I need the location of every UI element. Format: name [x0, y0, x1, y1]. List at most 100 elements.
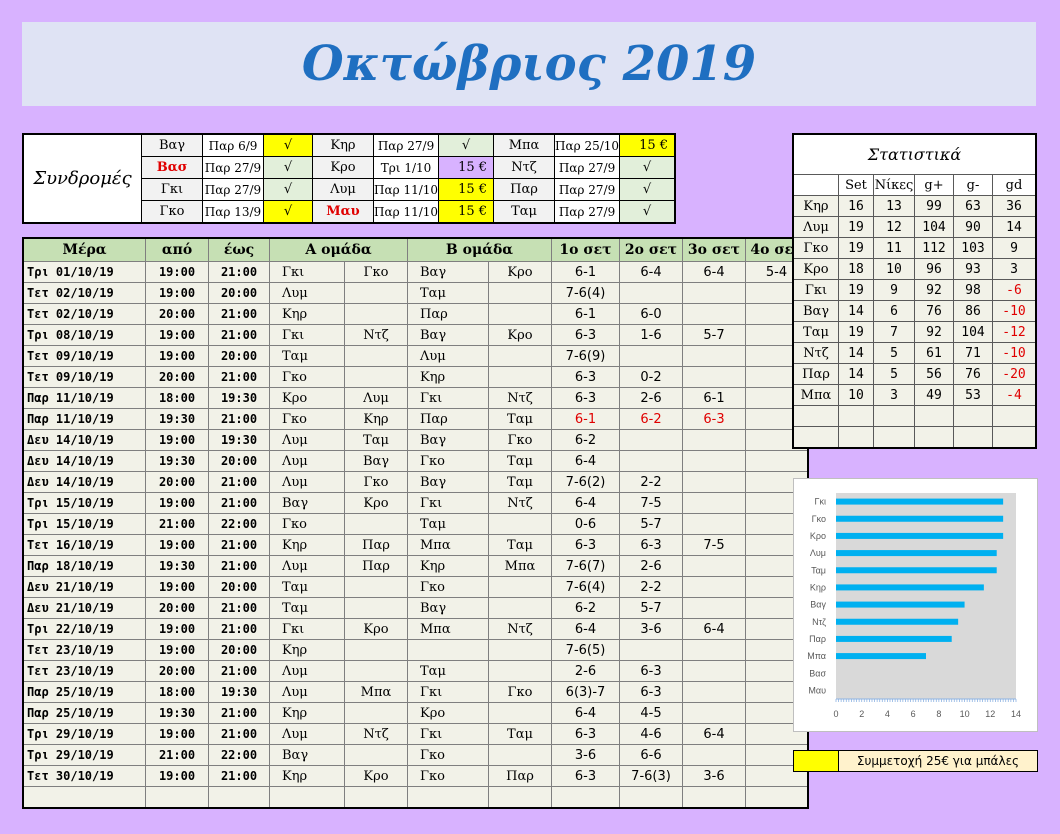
- schedule-cell: Λυμ: [344, 387, 408, 409]
- schedule-cell: [344, 597, 408, 619]
- member-name: Ταμ: [493, 200, 556, 224]
- stat-value: 92: [914, 279, 954, 301]
- schedule-cell: 4-6: [619, 723, 683, 745]
- team-name: Ταμ: [792, 321, 839, 343]
- schedule-cell: [344, 576, 408, 598]
- column-header: 2ο σετ: [619, 237, 683, 262]
- schedule-cell: 22:00: [208, 513, 270, 535]
- schedule-cell: Κηρ: [269, 639, 345, 661]
- schedule-cell: 6-0: [619, 303, 683, 325]
- schedule-cell: 6-3: [551, 366, 620, 388]
- stat-value: 61: [914, 342, 954, 364]
- schedule-cell: [682, 282, 746, 304]
- stat-value: 7: [873, 321, 915, 343]
- stats-row: Λυμ 19 12 104 90 14: [792, 216, 1037, 238]
- schedule-cell: 19:30: [145, 408, 209, 430]
- schedule-cell: [682, 450, 746, 472]
- schedule-cell: 19:00: [145, 639, 209, 661]
- schedule-cell: 7-6(2): [551, 471, 620, 493]
- x-tick-label: 2: [859, 709, 864, 719]
- legend-swatch: [794, 751, 839, 771]
- schedule-cell: [682, 597, 746, 619]
- payment-status: √: [263, 156, 313, 179]
- stat-value: 19: [838, 321, 874, 343]
- schedule-row: Τετ 30/10/19 19:00 21:00 Κηρ Κρο Γκο Παρ 6-3 7-6…: [22, 765, 809, 787]
- category-label: Κρο: [810, 531, 826, 541]
- stat-value: 11: [873, 237, 915, 259]
- schedule-cell: 18:00: [145, 681, 209, 703]
- schedule-row: Τρι 15/10/19 19:00 21:00 Βαγ Κρο Γκι Ντζ 6-4 7-5: [22, 492, 809, 514]
- schedule-cell: Τετ 23/10/19: [22, 639, 146, 661]
- category-label: Μαυ: [808, 685, 826, 695]
- schedule-cell: 7-6(4): [551, 282, 620, 304]
- schedule-cell: 6-4: [682, 618, 746, 640]
- category-label: Ντζ: [812, 617, 826, 627]
- schedule-cell: 20:00: [145, 597, 209, 619]
- column-header: έως: [208, 237, 270, 262]
- schedule-cell: [488, 576, 552, 598]
- stat-value: 103: [953, 237, 993, 259]
- schedule-cell: 6-2: [551, 597, 620, 619]
- category-label: Λυμ: [810, 548, 826, 558]
- stats-caption-row: Στατιστικά: [792, 133, 1037, 175]
- schedule-cell: 19:00: [145, 765, 209, 787]
- schedule-cell: 2-2: [619, 471, 683, 493]
- stat-value: 13: [873, 195, 915, 217]
- schedule-cell: Κηρ: [269, 765, 345, 787]
- stat-value: 19: [838, 279, 874, 301]
- stats-empty-cell: [992, 405, 1037, 427]
- schedule-cell: Βαγ: [269, 492, 345, 514]
- stat-value: -20: [992, 363, 1037, 385]
- schedule-cell: Τρι 29/10/19: [22, 744, 146, 766]
- payment-date: Παρ 25/10: [554, 133, 621, 157]
- schedule-table: Μέρα από έως Α ομάδα Β ομάδα 1ο σετ 2ο σετ 3ο σ…: [22, 237, 809, 809]
- schedule-cell: 19:00: [145, 723, 209, 745]
- schedule-cell: [619, 639, 683, 661]
- bar: [836, 618, 959, 625]
- category-label: Βαγ: [810, 600, 826, 610]
- schedule-cell: Κηρ: [407, 555, 489, 577]
- schedule-cell: [682, 303, 746, 325]
- schedule-cell: 20:00: [208, 282, 270, 304]
- schedule-cell: Κηρ: [407, 366, 489, 388]
- schedule-cell: Βαγ: [407, 324, 489, 346]
- schedule-cell: [344, 366, 408, 388]
- schedule-cell: 7-6(7): [551, 555, 620, 577]
- schedule-cell: Τρι 22/10/19: [22, 618, 146, 640]
- schedule-cell: 6-3: [551, 534, 620, 556]
- stat-value: 9: [873, 279, 915, 301]
- stat-value: 5: [873, 342, 915, 364]
- payment-status: √: [619, 200, 676, 224]
- schedule-cell: 6-4: [551, 450, 620, 472]
- schedule-cell: [682, 429, 746, 451]
- bar: [836, 515, 1004, 522]
- subscription-row: Συνδρομές Βαγ Παρ 6/9 √ Κηρ Παρ 27/9 √ Μπα Παρ 2…: [22, 133, 676, 224]
- stats-table: Στατιστικά Set Νίκες g+ g-gd Κηρ 16 13 99 63 36 Λυμ…: [792, 133, 1037, 449]
- schedule-row: Τρι 29/10/19 21:00 22:00 Βαγ Γκο 3-6 6-6: [22, 744, 809, 766]
- schedule-cell: Παρ: [344, 534, 408, 556]
- legend-text: Συμμετοχή 25€ για μπάλες: [839, 751, 1037, 771]
- stat-value: 6: [873, 300, 915, 322]
- stats-empty-cell: [792, 405, 839, 427]
- schedule-cell: Λυμ: [269, 660, 345, 682]
- schedule-cell: Γκι: [407, 723, 489, 745]
- stats-empty-cell: [838, 426, 874, 449]
- schedule-cell: Ντζ: [344, 324, 408, 346]
- schedule-cell: Γκι: [269, 324, 345, 346]
- schedule-cell: Τετ 16/10/19: [22, 534, 146, 556]
- subscriptions-label: Συνδρομές: [22, 133, 142, 224]
- schedule-cell: 19:00: [145, 282, 209, 304]
- schedule-cell: Λυμ: [269, 555, 345, 577]
- schedule-cell: 19:00: [145, 618, 209, 640]
- payment-date: Παρ 27/9: [202, 156, 264, 179]
- schedule-cell: Παρ: [344, 555, 408, 577]
- schedule-cell: [208, 786, 270, 809]
- schedule-cell: Γκι: [407, 681, 489, 703]
- stats-header: g-: [953, 174, 993, 196]
- stat-value: 3: [992, 258, 1037, 280]
- schedule-cell: 6-4: [551, 618, 620, 640]
- member-name: Ντζ: [493, 156, 556, 179]
- team-name: Παρ: [792, 363, 839, 385]
- schedule-cell: Παρ 11/10/19: [22, 387, 146, 409]
- schedule-cell: Γκο: [488, 681, 552, 703]
